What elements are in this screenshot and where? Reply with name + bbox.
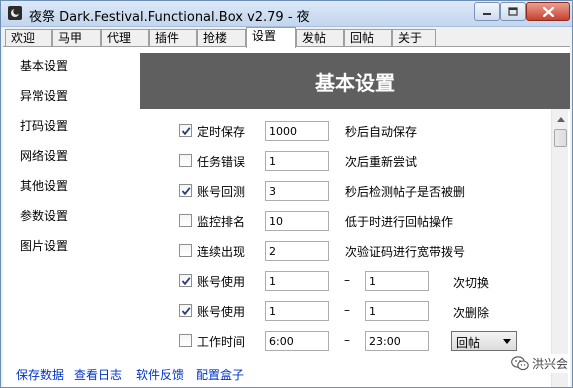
tab-proxy[interactable]: 代理 — [101, 29, 149, 47]
sidebar-item-params[interactable]: 参数设置 — [20, 207, 68, 224]
scroll-thumb[interactable] — [554, 129, 567, 147]
rank-monitor-suffix: 低于时进行回帖操作 — [345, 215, 454, 229]
rank-monitor-label: 监控排名 — [197, 215, 246, 229]
rank-threshold-input[interactable] — [265, 211, 329, 231]
account-check-suffix: 秒后检测帖子是否被删 — [345, 185, 466, 199]
sidebar-item-network[interactable]: 网络设置 — [20, 147, 68, 164]
config-box-link[interactable]: 配置盒子 — [196, 366, 244, 383]
setting-row-captcha-repeat: 连续出现 次验证码进行宽带拨号 — [179, 241, 549, 261]
tab-post[interactable]: 发帖 — [296, 29, 344, 47]
tab-settings[interactable]: 设置 — [246, 27, 296, 48]
checkmark-icon — [181, 187, 191, 196]
arrow-up-icon — [556, 117, 565, 122]
window-title: 夜祭 Dark.Festival.Functional.Box v2.79 - … — [29, 10, 310, 25]
checkmark-icon — [181, 277, 191, 286]
app-icon — [8, 6, 22, 20]
autosave-interval-input[interactable] — [265, 121, 329, 141]
range-separator: – — [344, 303, 350, 317]
captcha-repeat-label: 连续出现 — [197, 245, 246, 259]
tab-strip: 欢迎 马甲 代理 插件 抢楼 设置 发帖 回帖 关于 — [1, 27, 572, 48]
sidebar-item-other[interactable]: 其他设置 — [20, 177, 68, 194]
range-separator: – — [344, 273, 350, 287]
view-log-link[interactable]: 查看日志 — [74, 366, 122, 383]
work-hours-checkbox[interactable] — [179, 334, 192, 347]
setting-row-rank-monitor: 监控排名 低于时进行回帖操作 — [179, 211, 549, 231]
autosave-label: 定时保存 — [197, 125, 246, 139]
account-switch-min-input[interactable] — [265, 271, 329, 291]
sidebar-item-basic[interactable]: 基本设置 — [20, 57, 68, 74]
captcha-repeat-suffix: 次验证码进行宽带拨号 — [345, 245, 466, 259]
range-separator: – — [344, 333, 350, 347]
work-hours-label: 工作时间 — [197, 335, 246, 349]
tab-about[interactable]: 关于 — [392, 29, 436, 47]
task-error-label: 任务错误 — [197, 155, 246, 169]
setting-row-account-delete: 账号使用 – 次删除 — [179, 301, 549, 321]
account-switch-max-input[interactable] — [365, 271, 429, 291]
work-mode-select[interactable]: 回帖 — [451, 331, 517, 351]
tab-accounts[interactable]: 马甲 — [52, 29, 101, 47]
captcha-repeat-checkbox[interactable] — [179, 244, 192, 257]
account-switch-suffix: 次切换 — [453, 276, 490, 290]
wechat-icon — [511, 356, 529, 371]
account-delete-label: 账号使用 — [197, 305, 246, 319]
maximize-icon — [508, 7, 518, 16]
captcha-repeat-count-input[interactable] — [265, 241, 329, 261]
autosave-checkbox[interactable] — [179, 124, 192, 137]
vertical-scrollbar[interactable] — [551, 109, 568, 387]
maximize-button[interactable] — [500, 2, 526, 21]
tab-welcome[interactable]: 欢迎 — [5, 29, 52, 47]
minimize-icon — [483, 12, 491, 15]
task-error-checkbox[interactable] — [179, 154, 192, 167]
close-icon — [542, 6, 554, 17]
sidebar-item-captcha[interactable]: 打码设置 — [20, 117, 68, 134]
work-mode-value: 回帖 — [456, 336, 481, 350]
account-switch-label: 账号使用 — [197, 275, 246, 289]
sidebar-item-exception[interactable]: 异常设置 — [20, 87, 68, 104]
scroll-up-button[interactable] — [552, 111, 569, 128]
account-check-label: 账号回测 — [197, 185, 246, 199]
autosave-suffix: 秒后自动保存 — [345, 125, 418, 139]
setting-row-account-check: 账号回测 秒后检测帖子是否被删 — [179, 181, 549, 201]
tab-grab-floor[interactable]: 抢楼 — [197, 29, 246, 47]
minimize-button[interactable] — [474, 2, 500, 21]
title-bar[interactable]: 夜祭 Dark.Festival.Functional.Box v2.79 - … — [1, 1, 572, 27]
setting-row-account-switch: 账号使用 – 次切换 — [179, 271, 549, 291]
checkmark-icon — [181, 307, 191, 316]
rank-monitor-checkbox[interactable] — [179, 214, 192, 227]
chevron-down-icon — [503, 339, 511, 344]
account-delete-min-input[interactable] — [265, 301, 329, 321]
watermark-text: 洪兴会 — [532, 357, 569, 371]
work-end-time-input[interactable] — [365, 331, 429, 351]
save-data-link[interactable]: 保存数据 — [16, 366, 64, 383]
setting-row-work-hours: 工作时间 – 回帖 — [179, 331, 549, 351]
tab-plugins[interactable]: 插件 — [149, 29, 197, 47]
watermark: 洪兴会 — [509, 354, 571, 373]
account-delete-checkbox[interactable] — [179, 304, 192, 317]
close-button[interactable] — [526, 2, 570, 21]
account-check-checkbox[interactable] — [179, 184, 192, 197]
work-start-time-input[interactable] — [265, 331, 329, 351]
tab-reply[interactable]: 回帖 — [344, 29, 392, 47]
panel-heading: 基本设置 — [140, 53, 570, 109]
setting-row-autosave: 定时保存 秒后自动保存 — [179, 121, 549, 141]
task-error-suffix: 次后重新尝试 — [345, 155, 418, 169]
account-check-seconds-input[interactable] — [265, 181, 329, 201]
setting-row-task-error: 任务错误 次后重新尝试 — [179, 151, 549, 171]
account-delete-max-input[interactable] — [365, 301, 429, 321]
account-delete-suffix: 次删除 — [453, 306, 490, 320]
checkmark-icon — [181, 127, 191, 136]
task-error-count-input[interactable] — [265, 151, 329, 171]
feedback-link[interactable]: 软件反馈 — [136, 366, 184, 383]
sidebar-item-image[interactable]: 图片设置 — [20, 237, 68, 254]
account-switch-checkbox[interactable] — [179, 274, 192, 287]
app-window: 夜祭 Dark.Festival.Functional.Box v2.79 - … — [0, 0, 573, 388]
settings-page: 基本设置 异常设置 打码设置 网络设置 其他设置 参数设置 图片设置 基本设置 … — [3, 47, 570, 387]
